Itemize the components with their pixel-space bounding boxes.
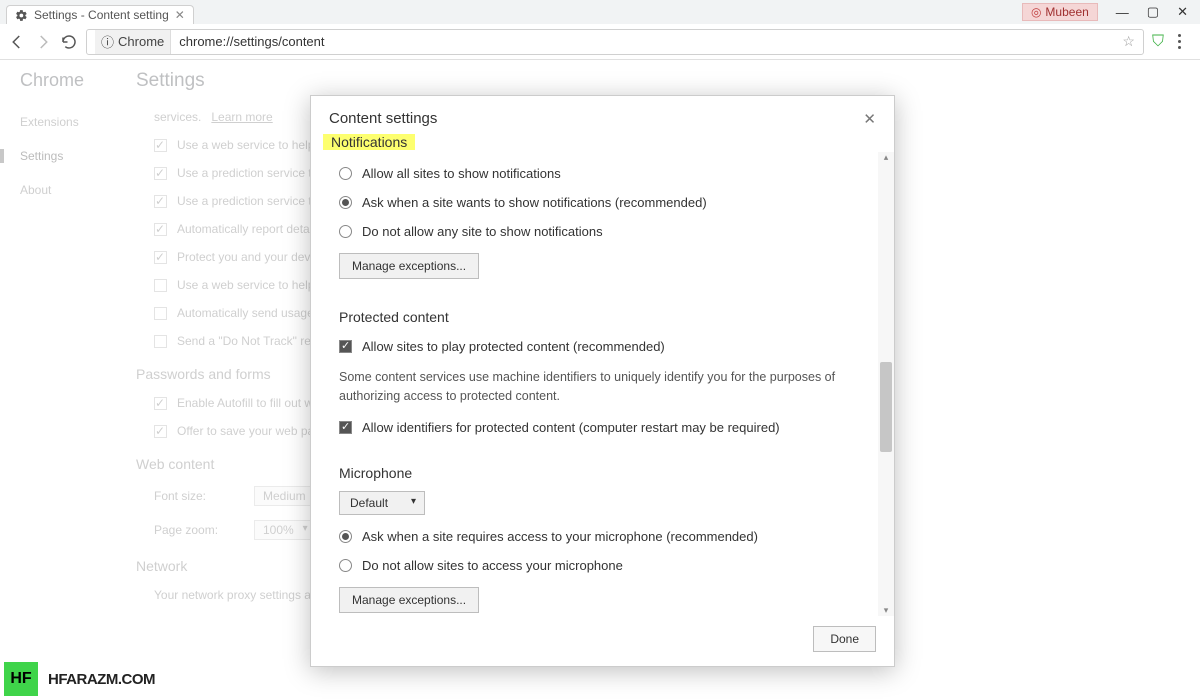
tab-close-icon[interactable]: ✕: [175, 8, 185, 22]
notif-option-allow-all[interactable]: Allow all sites to show notifications: [339, 166, 876, 181]
mic-option-ask[interactable]: Ask when a site requires access to your …: [339, 529, 876, 544]
radio-icon: [339, 225, 352, 238]
mic-option-block[interactable]: Do not allow sites to access your microp…: [339, 558, 876, 573]
menu-button[interactable]: [1178, 34, 1192, 49]
checkbox-icon: [339, 421, 352, 434]
scroll-thumb[interactable]: [880, 362, 892, 452]
window-controls: ◎ Mubeen — ▢ ✕: [1022, 3, 1200, 21]
shield-icon[interactable]: ⛉: [1152, 33, 1164, 51]
profile-badge[interactable]: ◎ Mubeen: [1022, 3, 1098, 21]
checkbox-icon: [339, 340, 352, 353]
dialog-body: Allow all sites to show notifications As…: [311, 152, 894, 616]
notif-option-ask[interactable]: Ask when a site wants to show notificati…: [339, 195, 876, 210]
protected-content-heading: Protected content: [339, 309, 876, 325]
watermark: HF HFARAZM.COM: [0, 658, 163, 700]
radio-icon: [339, 196, 352, 209]
reload-button[interactable]: [60, 33, 78, 51]
watermark-text: HFARAZM.COM: [48, 671, 155, 688]
content-settings-dialog: Content settings ✕ Notifications Allow a…: [310, 95, 895, 667]
scroll-up-icon[interactable]: ▴: [878, 152, 894, 163]
radio-icon: [339, 530, 352, 543]
protected-identifiers-checkbox[interactable]: Allow identifiers for protected content …: [339, 420, 876, 435]
forward-button[interactable]: [34, 33, 52, 51]
done-button[interactable]: Done: [813, 626, 876, 652]
notif-option-block[interactable]: Do not allow any site to show notificati…: [339, 224, 876, 239]
dialog-title: Content settings: [329, 110, 437, 127]
omnibox[interactable]: ⓘ Chrome ☆: [86, 29, 1144, 55]
titlebar: Settings - Content setting ✕ ◎ Mubeen — …: [0, 0, 1200, 24]
info-icon: ⓘ: [101, 32, 114, 51]
security-chip-label: Chrome: [118, 34, 164, 49]
minimize-button[interactable]: —: [1116, 5, 1129, 20]
dialog-header: Content settings ✕: [311, 96, 894, 134]
mic-manage-exceptions-button[interactable]: Manage exceptions...: [339, 587, 479, 613]
radio-icon: [339, 559, 352, 572]
toolbar-right: ⛉: [1152, 33, 1192, 51]
notifications-heading: Notifications: [323, 134, 415, 150]
dialog-close-button[interactable]: ✕: [863, 110, 876, 128]
profile-icon: ◎: [1031, 5, 1041, 19]
profile-name: Mubeen: [1045, 5, 1088, 19]
bookmark-star-icon[interactable]: ☆: [1122, 33, 1135, 50]
url-input[interactable]: [179, 34, 1114, 49]
dialog-footer: Done: [311, 616, 894, 666]
scroll-down-icon[interactable]: ▾: [878, 605, 894, 616]
radio-icon: [339, 167, 352, 180]
protected-desc: Some content services use machine identi…: [339, 368, 876, 406]
address-bar: ⓘ Chrome ☆ ⛉: [0, 24, 1200, 60]
browser-tab[interactable]: Settings - Content setting ✕: [6, 5, 194, 24]
maximize-button[interactable]: ▢: [1147, 4, 1159, 20]
dialog-scrollbar[interactable]: ▴ ▾: [878, 152, 894, 616]
gear-icon: [15, 9, 28, 22]
microphone-heading: Microphone: [339, 465, 876, 481]
security-chip[interactable]: ⓘ Chrome: [95, 30, 171, 54]
tabs-row: Settings - Content setting ✕: [6, 0, 194, 24]
tab-title: Settings - Content setting: [34, 8, 169, 22]
notif-manage-exceptions-button[interactable]: Manage exceptions...: [339, 253, 479, 279]
back-button[interactable]: [8, 33, 26, 51]
microphone-select[interactable]: Default: [339, 491, 425, 515]
watermark-logo: HF: [4, 662, 38, 696]
close-window-button[interactable]: ✕: [1177, 4, 1188, 20]
protected-play-checkbox[interactable]: Allow sites to play protected content (r…: [339, 339, 876, 354]
